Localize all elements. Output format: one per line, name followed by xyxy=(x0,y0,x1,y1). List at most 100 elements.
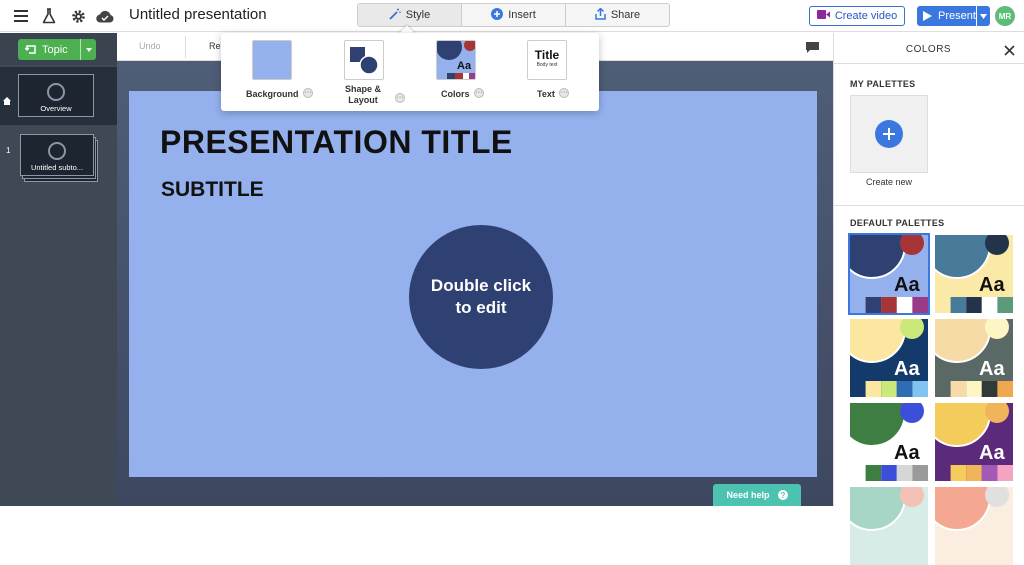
palette-swatch xyxy=(865,381,882,397)
tab-style[interactable]: Style xyxy=(358,4,462,26)
palette-preview: Aa xyxy=(935,319,1013,397)
palette-swatch xyxy=(950,465,967,481)
palette-swatch xyxy=(935,297,951,313)
avatar[interactable]: MR xyxy=(995,6,1015,26)
flask-icon[interactable] xyxy=(40,7,58,25)
undo-button[interactable]: Undo xyxy=(139,41,161,51)
presentation-title[interactable]: Untitled presentation xyxy=(129,6,267,23)
tab-share[interactable]: Share xyxy=(566,4,669,26)
color-palette-preview: Aa xyxy=(437,41,475,79)
palette-swatch xyxy=(966,381,982,397)
text-preview-title: Title xyxy=(534,48,560,62)
palette-swatch xyxy=(865,297,882,313)
subtopic-thumbnail[interactable]: Untitled subto... xyxy=(20,134,94,176)
palette-option[interactable]: Aa xyxy=(850,319,928,397)
magic-wand-icon xyxy=(389,8,401,23)
slide-number: 1 xyxy=(6,146,11,155)
palette-preview xyxy=(935,487,1009,531)
video-camera-icon xyxy=(816,10,830,22)
shape-layout-option[interactable] xyxy=(344,40,384,80)
palette-sample-text: Aa xyxy=(979,442,1005,464)
palette-preview: Aa xyxy=(935,235,1013,313)
palette-preview: Aa xyxy=(935,403,1013,481)
shape-layout-label-wrap: Shape & Layout xyxy=(345,84,381,106)
loop-icon xyxy=(25,44,37,55)
palette-swatch xyxy=(896,297,913,313)
palette-swatch xyxy=(997,381,1013,397)
menu-icon[interactable] xyxy=(12,7,30,25)
overview-thumbnail[interactable]: Overview xyxy=(18,74,94,117)
palette-swatch xyxy=(997,465,1013,481)
circle-text-line2: to edit xyxy=(455,298,507,317)
background-option-label-row: Background ··· xyxy=(246,84,313,102)
topic-circle[interactable]: Double click to edit xyxy=(409,225,553,369)
colors-label-row: Colors ··· xyxy=(441,84,484,102)
tab-share-label: Share xyxy=(610,9,641,21)
palette-main-circle xyxy=(935,319,991,363)
question-icon: ? xyxy=(777,490,788,500)
palette-main-circle xyxy=(850,403,906,447)
palette-sample-text: Aa xyxy=(894,274,920,296)
palette-option[interactable] xyxy=(850,487,928,565)
palette-swatch xyxy=(981,297,998,313)
more-icon[interactable]: ··· xyxy=(302,87,313,98)
palette-swatch xyxy=(912,465,928,481)
palette-option[interactable]: Aa xyxy=(848,233,930,315)
close-icon[interactable] xyxy=(1004,43,1015,61)
palette-swatch xyxy=(950,381,967,397)
background-option[interactable] xyxy=(252,40,292,80)
tab-style-label: Style xyxy=(405,9,431,21)
palette-main-circle xyxy=(850,319,906,363)
palette-option[interactable]: Aa xyxy=(935,403,1013,481)
gear-icon[interactable] xyxy=(69,7,87,25)
palette-preview xyxy=(850,487,924,531)
present-dropdown[interactable] xyxy=(976,6,990,26)
cloud-icon[interactable] xyxy=(95,7,115,25)
palette-preview: Aa xyxy=(850,235,928,313)
redo-button[interactable]: Re xyxy=(209,41,221,51)
palette-option[interactable] xyxy=(935,487,1013,565)
palette-option[interactable]: Aa xyxy=(850,403,928,481)
topic-button[interactable]: Topic xyxy=(18,39,96,60)
text-preview-body: Body text xyxy=(536,62,558,68)
home-icon xyxy=(3,92,11,110)
palette-main-circle xyxy=(935,235,991,279)
colors-panel-title: COLORS xyxy=(905,44,952,55)
palette-main-circle xyxy=(935,403,991,447)
more-icon[interactable]: ··· xyxy=(395,92,405,103)
topic-dropdown[interactable] xyxy=(80,39,96,60)
present-label: Present xyxy=(938,10,976,22)
palette-swatch xyxy=(850,465,866,481)
tab-insert[interactable]: Insert xyxy=(462,4,566,26)
palette-swatch xyxy=(850,381,866,397)
text-option[interactable]: Title Body text xyxy=(527,40,567,80)
slide-subtitle[interactable]: SUBTITLE xyxy=(161,178,264,202)
more-icon[interactable]: ··· xyxy=(559,87,570,98)
more-icon[interactable]: ··· xyxy=(473,87,484,98)
palette-swatch xyxy=(966,297,982,313)
plus-circle-icon xyxy=(491,7,504,23)
circle-shape-icon xyxy=(47,83,65,101)
create-video-label: Create video xyxy=(834,10,898,22)
palette-sample-text: Aa xyxy=(894,442,920,464)
play-icon xyxy=(923,11,932,21)
palette-swatch xyxy=(881,465,897,481)
slide-title[interactable]: PRESENTATION TITLE xyxy=(160,124,513,161)
create-palette-button[interactable] xyxy=(850,95,928,173)
present-button[interactable]: Present xyxy=(917,6,990,26)
topic-label: Topic xyxy=(42,43,68,56)
comment-icon[interactable] xyxy=(806,41,819,59)
palette-swatch xyxy=(912,297,928,313)
create-video-button[interactable]: Create video xyxy=(809,6,905,26)
chevron-down-icon xyxy=(980,13,987,19)
palette-preview: Aa xyxy=(850,319,928,397)
share-icon xyxy=(595,6,606,23)
palette-swatch xyxy=(997,297,1013,313)
colors-option[interactable]: Aa xyxy=(436,40,476,80)
palette-option[interactable]: Aa xyxy=(935,235,1013,313)
palette-option[interactable]: Aa xyxy=(935,319,1013,397)
palette-swatch xyxy=(950,297,967,313)
need-help-button[interactable]: Need help ? xyxy=(713,484,801,506)
palette-sample-text: Aa xyxy=(894,358,920,380)
main-tabs: Style Insert Share xyxy=(357,3,670,27)
